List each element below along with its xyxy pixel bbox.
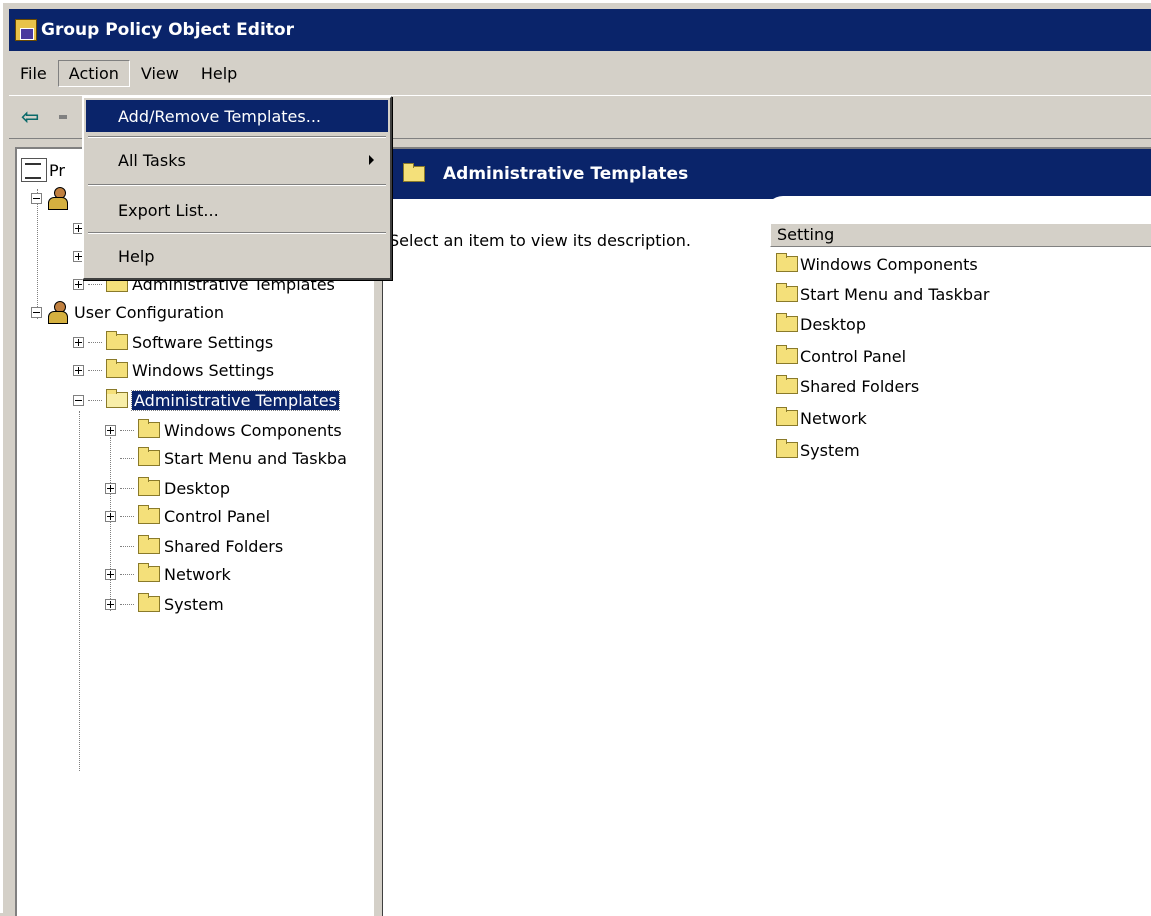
- folder-icon: [776, 345, 798, 364]
- folder-icon: [138, 477, 160, 496]
- tree-label: Windows Components: [164, 420, 342, 440]
- menu-file[interactable]: File: [9, 60, 58, 87]
- extended-view-tab: [765, 196, 1151, 216]
- collapse-icon[interactable]: [31, 306, 42, 318]
- policy-icon: [21, 158, 47, 182]
- expand-icon[interactable]: [105, 568, 116, 580]
- description-text: Select an item to view its description.: [389, 231, 691, 250]
- tree-child[interactable]: Desktop: [105, 475, 230, 501]
- expand-icon[interactable]: [105, 510, 116, 522]
- list-item[interactable]: Control Panel: [776, 343, 906, 369]
- menu-export-list[interactable]: Export List...: [86, 194, 388, 226]
- folder-icon: [138, 563, 160, 582]
- tree-child[interactable]: Shared Folders: [105, 533, 283, 559]
- list-item-label: Start Menu and Taskbar: [800, 284, 990, 304]
- forward-button[interactable]: [59, 115, 67, 119]
- list-item-label: Shared Folders: [800, 376, 920, 396]
- tree-administrative-templates[interactable]: Administrative Templates: [73, 387, 340, 413]
- submenu-arrow-icon: [369, 155, 374, 165]
- folder-icon: [138, 593, 160, 612]
- menu-view[interactable]: View: [130, 60, 190, 87]
- menu-all-tasks-label: All Tasks: [118, 150, 186, 170]
- list-item-label: System: [800, 440, 860, 460]
- list-item[interactable]: Network: [776, 405, 867, 431]
- menu-all-tasks[interactable]: All Tasks: [86, 144, 388, 176]
- tree-root[interactable]: Pr: [21, 157, 65, 183]
- tree-root-label: Pr: [49, 160, 65, 180]
- expand-icon[interactable]: [105, 598, 116, 610]
- expand-icon[interactable]: [73, 364, 84, 376]
- menu-add-remove-templates[interactable]: Add/Remove Templates...: [86, 100, 388, 132]
- tree-label-selected: Administrative Templates: [131, 389, 340, 411]
- expand-icon[interactable]: [105, 482, 116, 494]
- folder-icon: [776, 375, 798, 394]
- list-item[interactable]: Shared Folders: [776, 373, 919, 399]
- folder-icon: [138, 505, 160, 524]
- tree-child[interactable]: System: [105, 591, 224, 617]
- tree-software-settings[interactable]: Software Settings: [73, 329, 273, 355]
- list-item-label: Control Panel: [800, 346, 907, 366]
- list-item-label: Desktop: [800, 314, 866, 334]
- list-item[interactable]: System: [776, 437, 860, 463]
- collapse-icon[interactable]: [31, 192, 42, 204]
- title-bar: Group Policy Object Editor: [9, 9, 1151, 51]
- tree-label: Control Panel: [164, 506, 271, 526]
- tree-label: Network: [164, 564, 231, 584]
- expand-icon[interactable]: [105, 424, 116, 436]
- user-config-icon: [46, 301, 70, 324]
- tree-label: System: [164, 594, 224, 614]
- tree-child[interactable]: Control Panel: [105, 503, 270, 529]
- group-policy-window: Group Policy Object Editor File Action V…: [0, 0, 1151, 916]
- column-header-setting[interactable]: Setting: [770, 223, 1151, 247]
- collapse-icon[interactable]: [73, 394, 84, 406]
- details-title: Administrative Templates: [443, 164, 689, 184]
- folder-icon: [776, 439, 798, 458]
- back-arrow-icon[interactable]: ⇦: [21, 105, 55, 130]
- window-title: Group Policy Object Editor: [41, 20, 294, 40]
- tree-label: Shared Folders: [164, 536, 284, 556]
- menu-help[interactable]: Help: [190, 60, 248, 87]
- list-item[interactable]: Start Menu and Taskbar: [776, 281, 989, 307]
- folder-icon: [403, 163, 425, 182]
- group-policy-icon: [15, 19, 37, 41]
- list-item-label: Network: [800, 408, 867, 428]
- tree-label: User Configuration: [74, 302, 225, 322]
- folder-icon: [776, 313, 798, 332]
- folder-icon: [106, 331, 128, 350]
- folder-icon: [106, 359, 128, 378]
- menu-bar: File Action View Help: [9, 55, 1151, 91]
- list-item[interactable]: Windows Components: [776, 251, 978, 277]
- tree-user-configuration[interactable]: User Configuration: [31, 299, 224, 325]
- tree-label: Software Settings: [132, 332, 274, 352]
- folder-icon: [776, 283, 798, 302]
- tree-child[interactable]: Windows Components: [105, 417, 342, 443]
- open-folder-icon: [106, 389, 128, 408]
- tree-label: Windows Settings: [132, 360, 275, 380]
- list-item-label: Windows Components: [800, 254, 978, 274]
- expand-icon[interactable]: [73, 278, 84, 290]
- tree-windows-settings[interactable]: Windows Settings: [73, 357, 274, 383]
- tree-label: Start Menu and Taskba: [164, 448, 347, 468]
- computer-config-icon: [46, 187, 70, 210]
- tree-computer-configuration[interactable]: [31, 185, 74, 211]
- tree-child[interactable]: Start Menu and Taskba: [105, 445, 347, 471]
- folder-icon: [138, 535, 160, 554]
- folder-icon: [776, 407, 798, 426]
- folder-icon: [138, 447, 160, 466]
- expand-icon[interactable]: [73, 336, 84, 348]
- details-header: Administrative Templates: [383, 149, 1151, 199]
- details-pane: Administrative Templates Select an item …: [383, 147, 1151, 916]
- menu-help-item[interactable]: Help: [86, 240, 388, 272]
- menu-action[interactable]: Action: [57, 59, 130, 87]
- list-item[interactable]: Desktop: [776, 311, 866, 337]
- tree-child[interactable]: Network: [105, 561, 231, 587]
- folder-icon: [776, 253, 798, 272]
- tree-label: Desktop: [164, 478, 230, 498]
- action-menu-dropdown: Add/Remove Templates... All Tasks Export…: [82, 96, 392, 280]
- folder-icon: [138, 419, 160, 438]
